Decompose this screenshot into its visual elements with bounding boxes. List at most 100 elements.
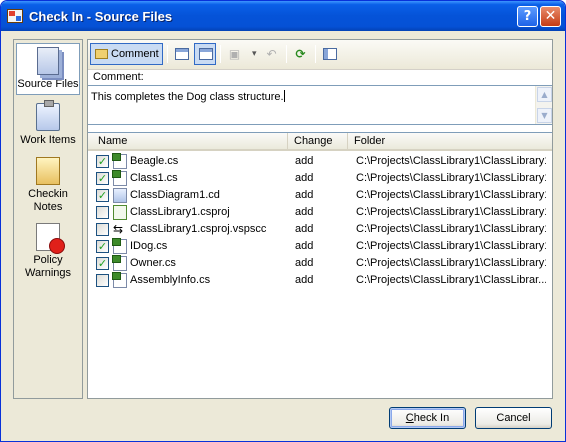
- folder-path: C:\Projects\ClassLibrary1\ClassLibrary1: [356, 240, 546, 252]
- change-type: add: [295, 223, 314, 235]
- table-row[interactable]: ✓ IDog.cs add C:\Projects\ClassLibrary1\Cla…: [88, 238, 552, 255]
- source-files-icon: [37, 47, 59, 75]
- refresh-button[interactable]: ⟳: [289, 43, 311, 65]
- include-checkbox[interactable]: ✓: [96, 257, 109, 270]
- tree-view-button[interactable]: [170, 43, 192, 65]
- file-name: Beagle.cs: [130, 155, 179, 167]
- undo-icon: ↶: [266, 47, 277, 61]
- change-type: add: [295, 240, 314, 252]
- undo-button[interactable]: ↶: [260, 43, 282, 65]
- csharp-file-icon: [112, 255, 127, 271]
- file-name: AssemblyInfo.cs: [130, 274, 211, 286]
- text-caret: [283, 90, 285, 102]
- nav-checkin-notes-label-1: Checkin: [28, 188, 68, 200]
- file-name: ClassDiagram1.cd: [130, 189, 220, 201]
- title-bar[interactable]: Check In - Source Files ? ✕: [1, 1, 565, 31]
- toolbar: Comment ▣ ▾ ↶ ⟳: [88, 40, 552, 70]
- toolbar-separator: [315, 45, 316, 63]
- column-header-name[interactable]: Name: [88, 133, 288, 151]
- chevron-down-icon: ▾: [252, 49, 257, 59]
- folder-path: C:\Projects\ClassLibrary1\ClassLibrary1: [356, 189, 546, 201]
- nav-work-items-label: Work Items: [20, 134, 76, 146]
- file-name: ClassLibrary1.csproj.vspscc: [130, 223, 267, 235]
- file-name: Class1.cs: [130, 172, 178, 184]
- scroll-down-icon[interactable]: ▼: [537, 108, 552, 123]
- work-items-icon: [36, 100, 60, 131]
- csproj-file-icon: [113, 205, 127, 220]
- nav-checkin-notes[interactable]: Checkin Notes: [16, 154, 80, 213]
- list-rows: ✓ Beagle.cs add C:\Projects\ClassLibrary1\C…: [88, 153, 552, 289]
- table-row[interactable]: ⇆ ClassLibrary1.csproj.vspscc add C:\Projec…: [88, 221, 552, 238]
- refresh-icon: ⟳: [295, 47, 306, 61]
- flat-view-button[interactable]: [194, 43, 216, 65]
- csharp-file-icon: [112, 272, 127, 288]
- nav-source-files-label: Source Files: [17, 78, 79, 90]
- cancel-button[interactable]: Cancel: [475, 407, 552, 429]
- table-row[interactable]: ✓ Class1.cs add C:\Projects\ClassLibrary1\C…: [88, 170, 552, 187]
- comment-scrollbar[interactable]: ▲ ▼: [535, 86, 552, 124]
- change-type: add: [295, 155, 314, 167]
- change-type: add: [295, 257, 314, 269]
- folder-path: C:\Projects\ClassLibrary1\ClassLibrary1: [356, 223, 546, 235]
- csharp-file-icon: [112, 238, 127, 254]
- check-in-accel: C: [405, 412, 414, 424]
- change-type: add: [295, 274, 314, 286]
- nav-source-files[interactable]: Source Files: [16, 43, 80, 95]
- tree-view-icon: [175, 48, 189, 60]
- include-checkbox[interactable]: [96, 223, 109, 236]
- folder-path: C:\Projects\ClassLibrary1\ClassLibrary1: [356, 155, 546, 167]
- table-row[interactable]: ✓ Beagle.cs add C:\Projects\ClassLibrary1\C…: [88, 153, 552, 170]
- include-checkbox[interactable]: ✓: [96, 172, 109, 185]
- channel-pane: Source Files Work Items Checkin Notes Po…: [13, 39, 83, 399]
- include-checkbox[interactable]: [96, 274, 109, 287]
- include-checkbox[interactable]: ✓: [96, 189, 109, 202]
- policy-warnings-icon: [36, 223, 65, 254]
- include-checkbox[interactable]: ✓: [96, 240, 109, 253]
- include-checkbox[interactable]: ✓: [96, 155, 109, 168]
- nav-work-items[interactable]: Work Items: [16, 100, 80, 150]
- table-row[interactable]: ✓ ClassDiagram1.cd add C:\Projects\ClassLib…: [88, 187, 552, 204]
- column-header-folder[interactable]: Folder: [348, 133, 552, 151]
- columns-icon: [323, 48, 337, 60]
- file-name: Owner.cs: [130, 257, 176, 269]
- checkin-notes-icon: [36, 157, 60, 185]
- source-control-file-icon: ⇆: [113, 222, 124, 236]
- nav-policy-warnings-label-2: Warnings: [24, 267, 72, 279]
- comment-value: This completes the Dog class structure.: [91, 91, 284, 103]
- toolbar-separator: [167, 45, 168, 63]
- include-checkbox[interactable]: [96, 206, 109, 219]
- table-row[interactable]: ClassLibrary1.csproj add C:\Projects\Class…: [88, 204, 552, 221]
- choose-columns-button[interactable]: [318, 43, 340, 65]
- csharp-file-icon: [112, 170, 127, 186]
- close-button[interactable]: ✕: [540, 6, 561, 27]
- comment-icon: [95, 49, 108, 59]
- check-in-label: heck In: [413, 412, 450, 424]
- check-in-button[interactable]: Check In: [389, 407, 466, 429]
- folder-path: C:\Projects\ClassLibrary1\ClassLibrar...: [356, 274, 546, 286]
- file-name: ClassLibrary1.csproj: [130, 206, 230, 218]
- nav-policy-warnings-label-1: Policy: [33, 254, 63, 266]
- help-button[interactable]: ?: [517, 6, 538, 27]
- table-row[interactable]: AssemblyInfo.cs add C:\Projects\ClassLibra…: [88, 272, 552, 289]
- comment-field[interactable]: This completes the Dog class structure. …: [88, 85, 552, 125]
- class-diagram-icon: [113, 188, 127, 203]
- comment-toggle-label: Comment: [111, 48, 159, 60]
- change-type: add: [295, 172, 314, 184]
- folder-path: C:\Projects\ClassLibrary1\ClassLibrary1: [356, 172, 546, 184]
- table-row[interactable]: ✓ Owner.cs add C:\Projects\ClassLibrary1\Cl…: [88, 255, 552, 272]
- compare-dropdown-button[interactable]: ▣ ▾: [223, 43, 259, 65]
- scroll-up-icon[interactable]: ▲: [537, 87, 552, 102]
- toolbar-separator: [286, 45, 287, 63]
- app-icon: [7, 9, 23, 23]
- change-type: add: [295, 189, 314, 201]
- compare-icon: ▣: [228, 47, 241, 61]
- comment-text-wrap: This completes the Dog class structure.: [91, 90, 285, 103]
- window-title: Check In - Source Files: [29, 9, 173, 24]
- check-in-dialog: Check In - Source Files ? ✕ Source Files…: [0, 0, 566, 442]
- comment-toggle-button[interactable]: Comment: [90, 43, 163, 65]
- change-type: add: [295, 206, 314, 218]
- folder-path: C:\Projects\ClassLibrary1\ClassLibrary1: [356, 257, 546, 269]
- nav-policy-warnings[interactable]: Policy Warnings: [16, 220, 80, 279]
- column-header-change[interactable]: Change: [288, 133, 348, 151]
- csharp-file-icon: [112, 153, 127, 169]
